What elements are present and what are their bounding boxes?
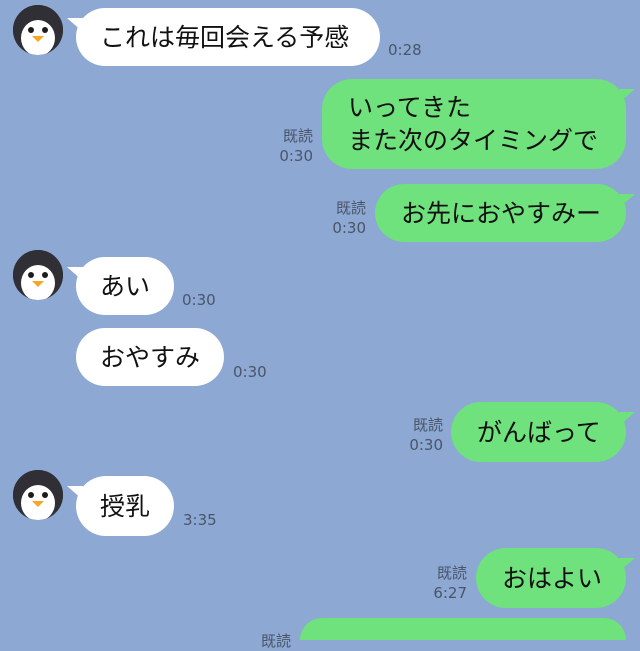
message-receipt: 既読 0:30 — [318, 198, 366, 238]
message-text: おやすみ — [100, 342, 201, 372]
read-status: 既読 — [282, 127, 313, 145]
message-receipt: 既読 6:27 — [422, 563, 467, 603]
message-bubble-incoming[interactable]: 授乳 — [67, 476, 174, 536]
avatar[interactable] — [13, 470, 63, 520]
message-line: いってきた — [348, 93, 472, 122]
penguin-icon — [13, 250, 63, 300]
message-bubble-outgoing[interactable] — [300, 618, 626, 640]
penguin-icon — [13, 470, 63, 520]
message-bubble-outgoing[interactable]: いってきた また次のタイミングで — [322, 79, 635, 169]
avatar[interactable] — [13, 5, 63, 55]
message-time: 3:35 — [183, 511, 217, 529]
penguin-icon — [13, 5, 63, 55]
message-time: 0:30 — [233, 363, 267, 381]
message-time: 0:30 — [182, 291, 216, 309]
message-time: 0:30 — [279, 147, 313, 165]
message-time: 0:30 — [332, 219, 366, 237]
message-text: これは毎回会える予感 — [100, 22, 350, 52]
message-bubble-incoming[interactable]: おやすみ — [76, 328, 224, 386]
read-status: 既読 — [412, 416, 443, 434]
message-bubble-outgoing[interactable]: がんばって — [451, 402, 635, 462]
message-receipt: 既読 — [246, 631, 291, 651]
read-status: 既読 — [260, 632, 291, 650]
message-receipt: 既読 0:30 — [268, 126, 313, 166]
message-text: お先におやすみー — [401, 198, 602, 228]
message-text: おはよい — [502, 563, 603, 593]
message-line: また次のタイミングで — [348, 126, 599, 155]
read-status: 既読 — [335, 199, 366, 217]
message-time: 0:30 — [409, 436, 443, 454]
message-bubble-incoming[interactable]: あい — [67, 257, 174, 315]
message-receipt: 既読 0:30 — [398, 415, 443, 455]
message-bubble-outgoing[interactable]: お先におやすみー — [375, 184, 635, 242]
message-time: 6:27 — [433, 584, 467, 602]
message-text: がんばって — [477, 417, 601, 447]
message-bubble-incoming[interactable]: これは毎回会える予感 — [67, 8, 380, 66]
message-bubble-outgoing[interactable]: おはよい — [476, 548, 635, 608]
avatar[interactable] — [13, 250, 63, 300]
message-text: あい — [100, 271, 151, 301]
message-text: 授乳 — [100, 491, 151, 521]
read-status: 既読 — [436, 564, 467, 582]
message-time: 0:28 — [388, 41, 422, 59]
